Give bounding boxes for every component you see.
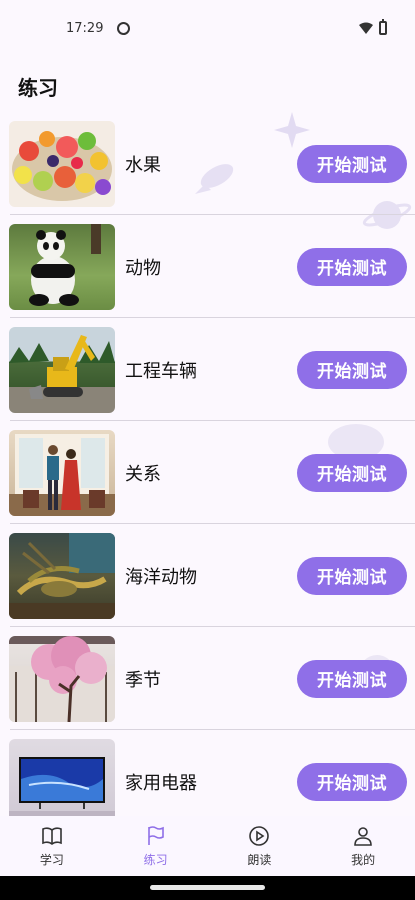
- panda-thumbnail: [9, 223, 115, 310]
- item-label: 工程车辆: [125, 360, 197, 382]
- item-label: 家用电器: [125, 772, 197, 794]
- practice-screen: 17:29 练习 水果 开始测试 动物 开始测试 工程车辆 开始测试 关系 开始…: [0, 0, 415, 900]
- book-icon: [42, 827, 62, 845]
- play-circle-icon: [249, 826, 270, 846]
- lobster-thumbnail: [9, 532, 115, 619]
- battery-icon: [379, 19, 387, 35]
- tab-mine[interactable]: 我的: [311, 816, 415, 876]
- item-label: 季节: [125, 669, 161, 691]
- start-test-button[interactable]: 开始测试: [297, 659, 407, 698]
- tab-learn[interactable]: 学习: [0, 816, 104, 876]
- start-test-button[interactable]: 开始测试: [297, 556, 407, 595]
- list-item: 关系 开始测试: [0, 421, 415, 524]
- tab-read-aloud[interactable]: 朗读: [208, 816, 312, 876]
- start-test-button[interactable]: 开始测试: [297, 453, 407, 492]
- person-icon: [354, 827, 372, 846]
- list-item: 水果 开始测试: [0, 112, 415, 215]
- item-label: 关系: [125, 463, 161, 485]
- flag-icon: [147, 826, 164, 845]
- list-item: 动物 开始测试: [0, 215, 415, 318]
- status-indicators: [359, 19, 387, 35]
- start-test-button[interactable]: 开始测试: [297, 144, 407, 183]
- cherry-blossom-thumbnail: [9, 635, 115, 722]
- couple-thumbnail: [9, 429, 115, 516]
- item-label: 动物: [125, 257, 161, 279]
- page-title: 练习: [18, 76, 58, 100]
- list-item: 海洋动物 开始测试: [0, 524, 415, 627]
- item-label: 水果: [125, 154, 161, 176]
- start-test-button[interactable]: 开始测试: [297, 350, 407, 389]
- list-item: 季节 开始测试: [0, 627, 415, 730]
- tab-label: 学习: [39, 853, 64, 867]
- notification-icon: [117, 21, 131, 35]
- list-item: 工程车辆 开始测试: [0, 318, 415, 421]
- bottom-tab-bar: 学习 练习 朗读 我的: [0, 816, 415, 876]
- status-time: 17:29: [66, 20, 104, 36]
- item-label: 海洋动物: [125, 566, 197, 588]
- home-gesture-handle[interactable]: [150, 885, 265, 890]
- start-test-button[interactable]: 开始测试: [297, 762, 407, 801]
- wifi-icon: [359, 22, 373, 34]
- tab-practice[interactable]: 练习: [104, 816, 208, 876]
- system-navigation-bar: [0, 876, 415, 900]
- television-thumbnail: [9, 738, 115, 825]
- practice-list: 水果 开始测试 动物 开始测试 工程车辆 开始测试 关系 开始测试 海洋动物 开…: [0, 112, 415, 833]
- tab-label: 我的: [351, 853, 376, 867]
- tab-label: 朗读: [247, 853, 272, 867]
- status-bar: 17:29: [0, 0, 415, 56]
- start-test-button[interactable]: 开始测试: [297, 247, 407, 286]
- fruit-thumbnail: [9, 120, 115, 207]
- tab-label: 练习: [143, 853, 168, 867]
- excavator-thumbnail: [9, 326, 115, 413]
